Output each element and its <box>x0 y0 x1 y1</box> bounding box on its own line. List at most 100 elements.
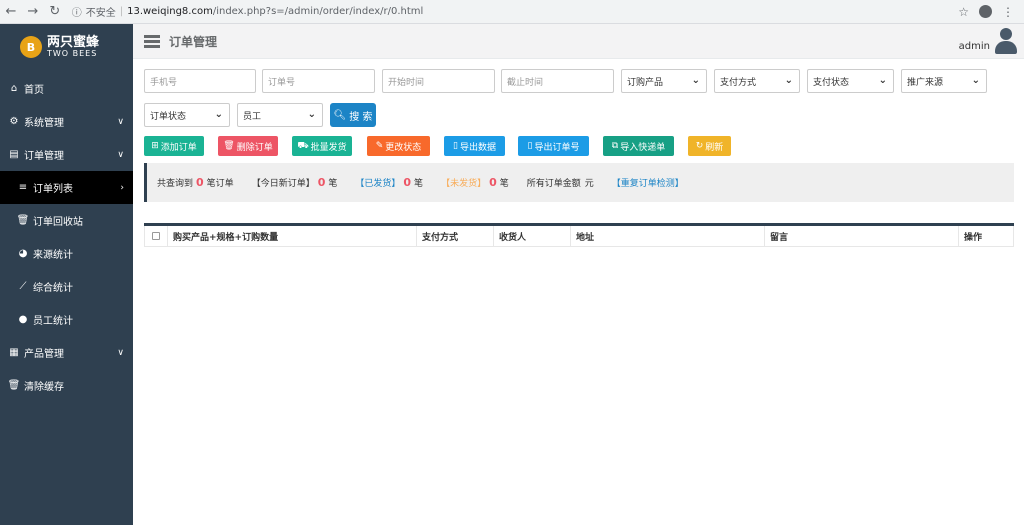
export-data-button[interactable]: ▯ 导出数据 <box>444 136 505 156</box>
pay-status-select[interactable]: 支付状态 ⌄ <box>807 69 894 93</box>
refresh-button[interactable]: ↻ 刷新 <box>688 136 731 156</box>
user-avatar-icon <box>994 28 1018 54</box>
file-icon: ▯ <box>453 141 458 151</box>
product-select-value: 订购产品 <box>627 77 664 88</box>
shipped-label[interactable]: 【已发货】 <box>355 176 400 189</box>
sidebar-item-label: 员工统计 <box>33 316 73 327</box>
sidebar-item-label: 订单回收站 <box>33 217 83 228</box>
today-unit: 笔 <box>328 179 338 189</box>
delete-order-label: 删除订单 <box>236 142 273 153</box>
select-all-cell <box>145 226 168 246</box>
page-title: 订单管理 <box>169 34 218 49</box>
total-suffix: 笔订单 <box>206 179 234 189</box>
url-path: /index.php?s=/admin/order/index/r/0.html <box>212 6 424 17</box>
batch-ship-label: 批量发货 <box>310 142 347 153</box>
unshipped-label[interactable]: 【未发货】 <box>441 176 486 189</box>
start-time-input[interactable]: 开始时间 <box>382 69 495 93</box>
import-express-label: 导入快递单 <box>620 142 666 153</box>
logo-subtitle: TWO BEES <box>47 48 98 58</box>
reload-icon[interactable]: ↻ <box>44 4 66 19</box>
menu-dots-icon[interactable]: ⋮ <box>1002 5 1014 19</box>
batch-ship-button[interactable]: ⛟ 批量发货 <box>292 136 352 156</box>
shipped-count: 0 <box>403 176 412 189</box>
chevron-down-icon: ⌄ <box>878 75 887 86</box>
list-icon: ▤ <box>9 149 19 160</box>
address-bar[interactable]: ⓘ 不安全 | 13.weiqing8.com/index.php?s=/adm… <box>71 2 959 21</box>
forward-icon[interactable]: → <box>22 4 44 19</box>
search-button[interactable]: 🔍︎ 搜 索 <box>330 103 376 127</box>
sidebar-item-source-stats[interactable]: ◕ 来源统计 <box>0 237 133 270</box>
sidebar-item-order-recycle[interactable]: 🗑 订单回收站 <box>0 204 133 237</box>
trash-icon: 🗑 <box>7 380 21 391</box>
export-order-no-button[interactable]: ▯ 导出订单号 <box>518 136 589 156</box>
sidebar-item-label: 清除缓存 <box>24 382 64 393</box>
change-status-button[interactable]: ✎ 更改状态 <box>367 136 430 156</box>
select-all-checkbox[interactable] <box>152 232 160 240</box>
search-icon: 🔍︎ <box>333 109 347 121</box>
chevron-down-icon: ⌄ <box>784 75 793 86</box>
pay-method-select[interactable]: 支付方式 ⌄ <box>714 69 800 93</box>
chevron-down-icon: ⌄ <box>971 75 980 86</box>
divider: | <box>119 6 124 17</box>
pay-method-value: 支付方式 <box>720 77 757 88</box>
home-icon: ⌂ <box>10 83 18 94</box>
duplicate-check-link[interactable]: 【重复订单检测】 <box>612 176 684 189</box>
url-host: 13.weiqing8.com <box>127 6 213 17</box>
end-time-input[interactable]: 截止时间 <box>501 69 614 93</box>
delete-order-button[interactable]: 🗑 删除订单 <box>218 136 278 156</box>
grid-icon: ▦ <box>9 347 19 358</box>
staff-value: 员工 <box>243 111 262 122</box>
sidebar-item-system[interactable]: ⚙ 系统管理 ∨ <box>0 105 133 138</box>
chevron-down-icon: ⌄ <box>214 109 223 120</box>
staff-select[interactable]: 员工 ⌄ <box>237 103 323 127</box>
sidebar-item-products[interactable]: ▦ 产品管理 ∨ <box>0 336 133 369</box>
export-data-label: 导出数据 <box>459 142 496 153</box>
source-select[interactable]: 推广来源 ⌄ <box>901 69 987 93</box>
sidebar-item-label: 产品管理 <box>24 349 64 360</box>
order-no-input[interactable]: 订单号 <box>262 69 375 93</box>
bars-icon: ≡ <box>18 182 28 193</box>
col-pay-method: 支付方式 <box>417 226 494 246</box>
chevron-down-icon: ∨ <box>117 149 124 160</box>
sidebar-item-label: 系统管理 <box>24 118 64 129</box>
pie-chart-icon: ◕ <box>18 248 28 259</box>
chevron-down-icon: ∨ <box>117 347 124 358</box>
product-select[interactable]: 订购产品 ⌄ <box>621 69 707 93</box>
edit-icon: ✎ <box>375 141 384 151</box>
sidebar-item-clear-cache[interactable]: 🗑 清除缓存 <box>0 369 133 402</box>
sidebar-item-home[interactable]: ⌂ 首页 <box>0 72 133 105</box>
phone-input[interactable]: 手机号 <box>144 69 256 93</box>
sidebar-item-label: 来源统计 <box>33 250 73 261</box>
chevron-down-icon: ⌄ <box>307 109 316 120</box>
username: admin <box>958 41 990 52</box>
col-message: 留言 <box>765 226 959 246</box>
unshipped-unit: 笔 <box>499 179 509 189</box>
amount-label: 所有订单金额 <box>526 179 581 189</box>
change-status-label: 更改状态 <box>385 142 422 153</box>
sidebar-item-label: 订单列表 <box>33 184 73 195</box>
gear-icon: ⚙ <box>9 116 19 127</box>
sidebar-item-orders[interactable]: ▤ 订单管理 ∨ <box>0 138 133 171</box>
sidebar-item-staff-stats[interactable]: ● 员工统计 <box>0 303 133 336</box>
search-button-label: 搜 索 <box>349 111 373 123</box>
truck-icon: ⛟ <box>297 140 309 151</box>
user-menu[interactable]: admin <box>959 28 1018 54</box>
add-order-label: 添加订单 <box>160 142 197 153</box>
sidebar-item-overall-stats[interactable]: ⟋ 综合统计 <box>0 270 133 303</box>
amount-unit: 元 <box>584 179 594 189</box>
shipped-unit: 笔 <box>414 179 424 189</box>
order-status-select[interactable]: 订单状态 ⌄ <box>144 103 230 127</box>
import-express-button[interactable]: ⧉ 导入快递单 <box>603 136 674 156</box>
trash-icon: 🗑 <box>16 215 30 226</box>
sidebar-item-order-list[interactable]: ≡ 订单列表 › <box>0 171 133 204</box>
menu-toggle-icon[interactable] <box>144 33 160 50</box>
star-icon[interactable]: ☆ <box>958 5 969 19</box>
add-order-button[interactable]: ⊞ 添加订单 <box>144 136 204 156</box>
col-actions: 操作 <box>964 232 983 243</box>
sidebar-item-label: 综合统计 <box>33 283 73 294</box>
logo-title: 两只蜜蜂 <box>47 34 100 50</box>
back-icon[interactable]: ← <box>0 4 22 19</box>
unshipped-count: 0 <box>489 176 497 189</box>
profile-icon[interactable] <box>979 5 992 18</box>
export-order-no-label: 导出订单号 <box>534 142 580 153</box>
